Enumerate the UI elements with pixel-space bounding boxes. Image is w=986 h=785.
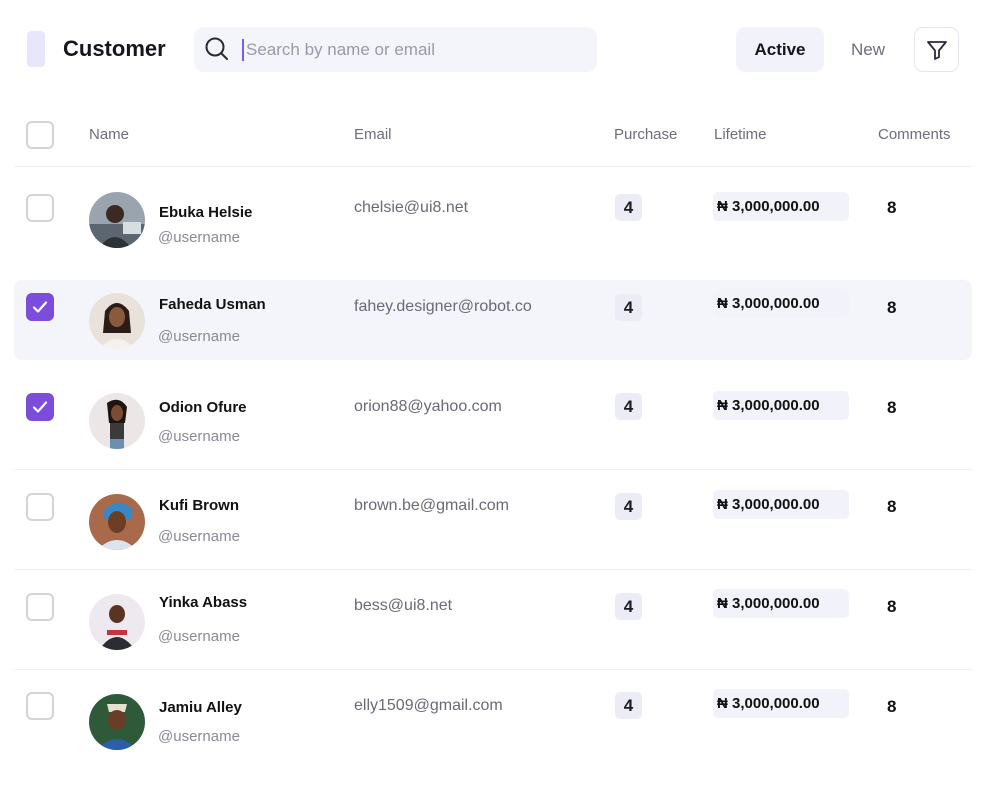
row-checkbox[interactable] [26,293,54,321]
customer-handle: @username [158,328,240,345]
customer-email: chelsie@ui8.net [354,199,469,216]
avatar [89,192,145,248]
header-accent-bar [27,31,45,67]
search-icon [204,36,230,62]
customer-name[interactable]: Yinka Abass [159,594,247,611]
row-checkbox[interactable] [26,692,54,720]
customer-handle: @username [158,229,240,246]
comments-count: 8 [887,398,897,417]
avatar [89,694,145,750]
customer-name[interactable]: Faheda Usman [159,296,266,313]
avatar [89,594,145,650]
purchase-badge: 4 [615,593,642,620]
purchase-badge: 4 [615,393,642,420]
checkmark-icon [32,401,48,413]
customer-name[interactable]: Kufi Brown [159,497,239,514]
tab-active[interactable]: Active [736,27,824,72]
customer-email: orion88@yahoo.com [354,398,502,415]
purchase-badge: 4 [615,692,642,719]
column-header-name[interactable]: Name [89,126,129,143]
tab-new[interactable]: New [835,27,901,72]
lifetime-value: ₦ 3,000,000.00 [713,689,849,718]
customer-email: brown.be@gmail.com [354,497,509,514]
lifetime-value: ₦ 3,000,000.00 [713,589,849,618]
comments-count: 8 [887,198,897,217]
checkmark-icon [32,301,48,313]
comments-count: 8 [887,597,897,616]
avatar [89,393,145,449]
customer-name[interactable]: Ebuka Helsie [159,204,252,221]
header-divider [14,166,972,167]
avatar [89,494,145,550]
lifetime-value: ₦ 3,000,000.00 [713,289,849,318]
avatar [89,293,145,349]
column-header-lifetime[interactable]: Lifetime [714,126,767,143]
row-checkbox[interactable] [26,593,54,621]
column-header-comments[interactable]: Comments [878,126,951,143]
customer-handle: @username [158,428,240,445]
lifetime-value: ₦ 3,000,000.00 [713,490,849,519]
purchase-badge: 4 [615,294,642,321]
comments-count: 8 [887,697,897,716]
customer-email: fahey.designer@robot.co [354,298,532,315]
customer-name[interactable]: Jamiu Alley [159,699,242,716]
customer-handle: @username [158,728,240,745]
customer-handle: @username [158,628,240,645]
search-input[interactable] [246,27,586,72]
filter-icon [926,40,947,60]
row-checkbox[interactable] [26,493,54,521]
filter-button[interactable] [914,27,959,72]
customer-handle: @username [158,528,240,545]
page-title: Customer [63,36,166,61]
purchase-badge: 4 [615,493,642,520]
column-header-purchase[interactable]: Purchase [614,126,677,143]
row-checkbox[interactable] [26,393,54,421]
lifetime-value: ₦ 3,000,000.00 [713,391,849,420]
lifetime-value: ₦ 3,000,000.00 [713,192,849,221]
comments-count: 8 [887,298,897,317]
row-checkbox[interactable] [26,194,54,222]
purchase-badge: 4 [615,194,642,221]
customer-name[interactable]: Odion Ofure [159,399,247,416]
select-all-checkbox[interactable] [26,121,54,149]
customer-email: elly1509@gmail.com [354,697,503,714]
customer-email: bess@ui8.net [354,597,453,614]
column-header-email[interactable]: Email [354,126,392,143]
search-bar[interactable] [194,27,597,72]
text-caret [242,39,244,61]
comments-count: 8 [887,497,897,516]
